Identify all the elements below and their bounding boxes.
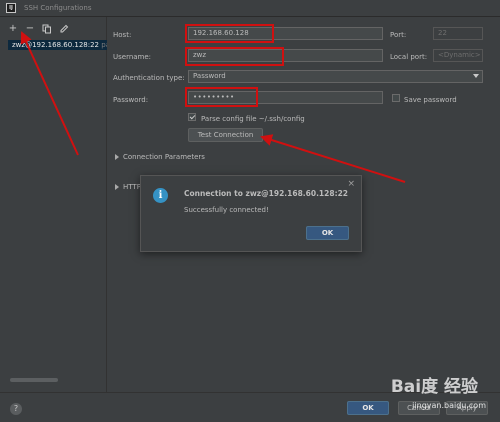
horizontal-scrollbar[interactable] — [10, 378, 58, 382]
chevron-right-icon — [115, 154, 119, 160]
dialog-title: Connection to zwz@192.168.60.128:22 — [184, 189, 349, 198]
port-label: Port: — [390, 31, 407, 39]
sidebar: + − zwz@192.168.60.128:22 pa — [0, 17, 107, 392]
close-icon[interactable]: × — [347, 179, 355, 189]
watermark-url: jingyan.baidu.com — [412, 401, 486, 410]
username-label: Username: — [113, 53, 152, 61]
password-label: Password: — [113, 96, 149, 104]
http-label: HTTP — [123, 183, 141, 191]
chevron-down-icon — [473, 74, 479, 78]
list-item-suffix: pa — [101, 41, 107, 49]
auth-type-label: Authentication type: — [113, 74, 185, 82]
connection-dialog: i Connection to zwz@192.168.60.128:22 Su… — [140, 175, 362, 252]
test-connection-button[interactable]: Test Connection — [188, 128, 263, 142]
dialog-ok-button[interactable]: OK — [306, 226, 349, 240]
sidebar-toolbar: + − — [8, 24, 69, 34]
connection-parameters-label: Connection Parameters — [123, 153, 205, 161]
annotation-box-host — [185, 24, 274, 43]
ok-button[interactable]: OK — [347, 401, 389, 415]
parse-config-label: Parse config file ~/.ssh/config — [201, 115, 305, 123]
save-password-checkbox[interactable] — [392, 94, 400, 102]
annotation-box-username — [185, 47, 284, 66]
port-input[interactable]: 22 — [433, 27, 483, 40]
edit-icon[interactable] — [59, 24, 69, 34]
save-password-label: Save password — [404, 96, 457, 104]
connection-parameters-section[interactable]: Connection Parameters — [115, 153, 205, 161]
copy-icon[interactable] — [42, 24, 52, 34]
watermark-logo: Bai度 经验 — [390, 377, 478, 397]
title-bar: IJ SSH Configurations — [0, 0, 500, 17]
host-label: Host: — [113, 31, 132, 39]
http-section[interactable]: HTTP — [115, 183, 141, 191]
add-icon[interactable]: + — [8, 24, 18, 34]
auth-type-value: Password — [193, 72, 226, 80]
chevron-right-icon — [115, 184, 119, 190]
ssh-config-list-item[interactable]: zwz@192.168.60.128:22 pa — [8, 40, 107, 50]
annotation-box-password — [185, 87, 258, 107]
list-item-label: zwz@192.168.60.128:22 — [12, 41, 100, 49]
help-icon[interactable]: ? — [10, 403, 22, 415]
local-port-label: Local port: — [390, 53, 428, 61]
auth-type-select[interactable]: Password — [188, 70, 483, 83]
parse-config-checkbox[interactable] — [188, 113, 196, 121]
dialog-message: Successfully connected! — [184, 206, 269, 214]
info-icon: i — [153, 188, 168, 203]
local-port-input[interactable]: <Dynamic> — [433, 49, 483, 62]
remove-icon[interactable]: − — [25, 24, 35, 34]
app-icon: IJ — [6, 3, 16, 13]
window-title: SSH Configurations — [24, 4, 92, 12]
